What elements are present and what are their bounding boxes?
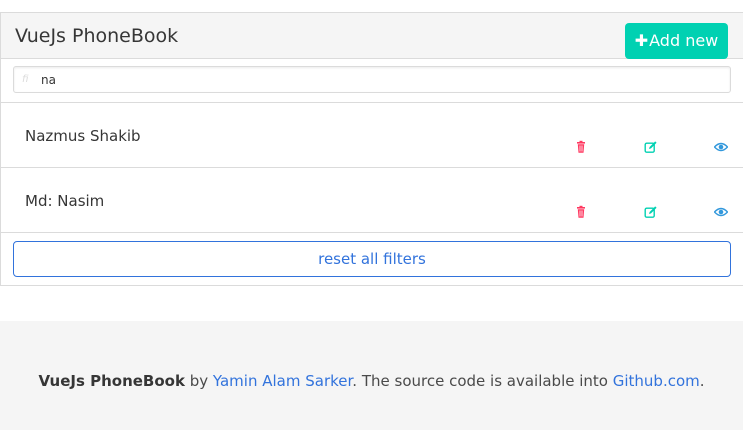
- add-new-button[interactable]: ✚Add new: [625, 23, 728, 59]
- eye-icon[interactable]: [714, 140, 728, 154]
- footer-by-text: by: [184, 372, 213, 390]
- panel-heading: VueJs PhoneBook ✚Add new: [1, 13, 743, 59]
- edit-icon[interactable]: [644, 140, 658, 154]
- trash-icon[interactable]: [574, 205, 588, 219]
- footer-text: VueJs PhoneBook by Yamin Alam Sarker. Th…: [0, 371, 743, 391]
- eye-icon[interactable]: [714, 205, 728, 219]
- contact-name: Md: Nasim: [25, 192, 105, 210]
- svg-text:fi: fi: [22, 74, 29, 85]
- plus-icon: ✚: [634, 31, 649, 50]
- footer: VueJs PhoneBook by Yamin Alam Sarker. Th…: [0, 321, 743, 430]
- page-title: VueJs PhoneBook: [15, 25, 179, 47]
- contact-row: Md: Nasim: [1, 168, 743, 233]
- footer-end-text: .: [699, 372, 705, 390]
- reset-filters-button[interactable]: reset all filters: [13, 241, 731, 277]
- search-field[interactable]: fi: [13, 66, 731, 93]
- search-icon: fi: [22, 71, 34, 87]
- trash-icon[interactable]: [574, 140, 588, 154]
- phonebook-panel: VueJs PhoneBook ✚Add new fi Nazmus Shaki…: [0, 12, 743, 286]
- footer-app-name: VueJs PhoneBook: [38, 372, 185, 390]
- footer-source-text: . The source code is available into: [352, 372, 613, 390]
- author-link[interactable]: Yamin Alam Sarker: [213, 372, 352, 390]
- add-new-label: Add new: [649, 31, 719, 50]
- search-block: fi: [1, 59, 743, 103]
- search-input[interactable]: [41, 70, 721, 89]
- github-link[interactable]: Github.com: [613, 372, 700, 390]
- contact-row: Nazmus Shakib: [1, 103, 743, 168]
- contact-name: Nazmus Shakib: [25, 127, 141, 145]
- edit-icon[interactable]: [644, 205, 658, 219]
- reset-block: reset all filters: [1, 233, 743, 286]
